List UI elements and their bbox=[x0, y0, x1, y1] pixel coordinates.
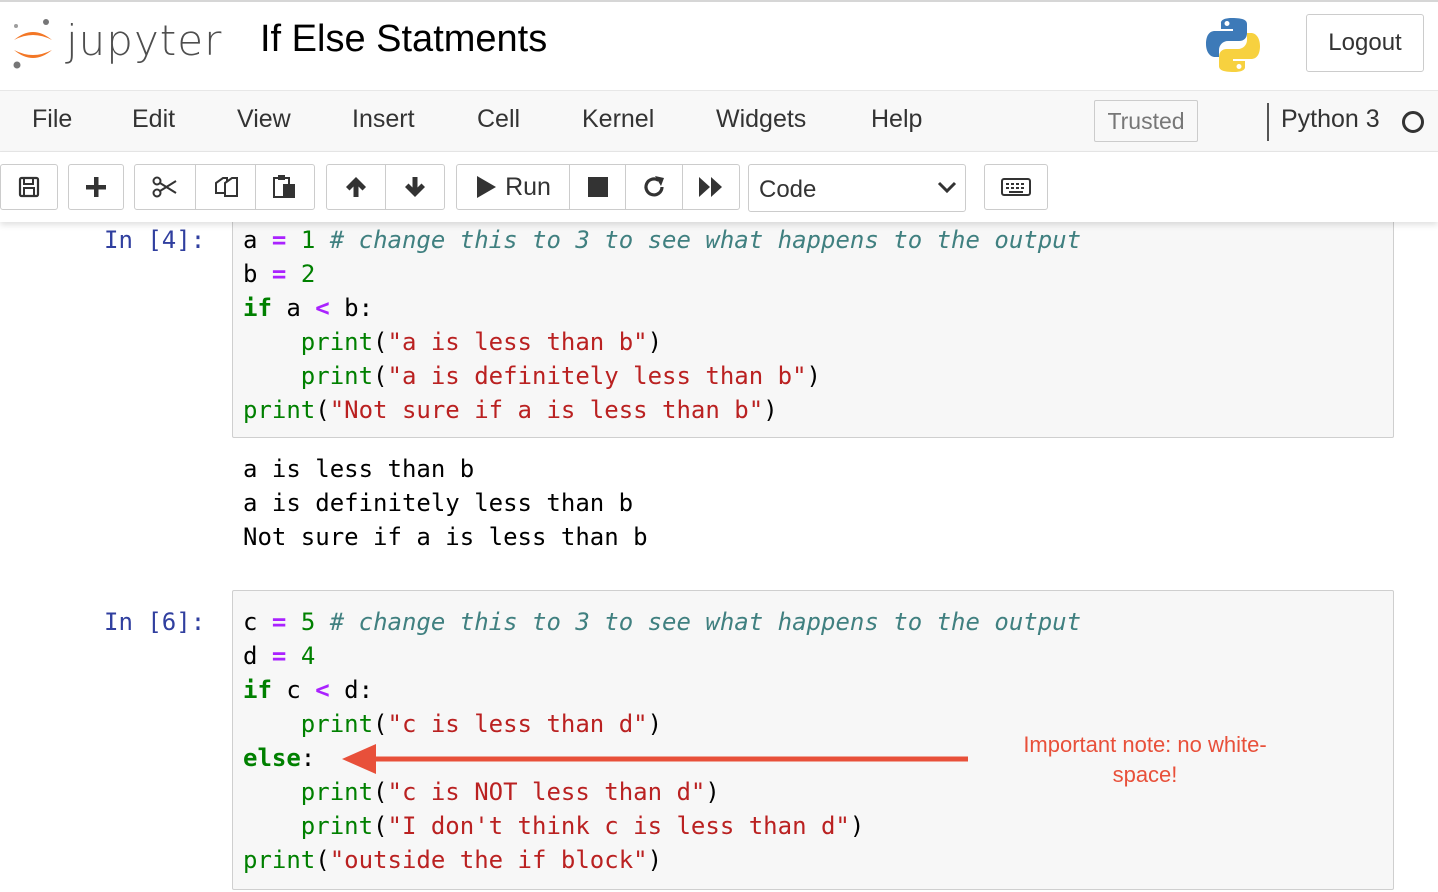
run-group: Run bbox=[456, 164, 740, 210]
clipboard-group bbox=[134, 164, 315, 210]
menu-file[interactable]: File bbox=[32, 105, 72, 134]
cut-button[interactable] bbox=[134, 164, 196, 210]
kernel-idle-icon bbox=[1402, 111, 1424, 133]
paste-button[interactable] bbox=[255, 164, 315, 210]
cell-2-prompt: In [6]: bbox=[104, 608, 206, 636]
copy-icon bbox=[214, 177, 238, 197]
fast-forward-icon bbox=[698, 177, 722, 197]
menu-edit[interactable]: Edit bbox=[132, 105, 175, 134]
menu-help[interactable]: Help bbox=[871, 105, 922, 134]
trusted-badge[interactable]: Trusted bbox=[1094, 100, 1198, 142]
code-line: if c < d: bbox=[243, 676, 374, 704]
kernel-separator bbox=[1267, 103, 1269, 141]
code-line: print("c is NOT less than d") bbox=[300, 778, 720, 806]
jupyter-logo-icon bbox=[13, 19, 52, 69]
jupyter-logo[interactable]: jupyter bbox=[8, 16, 223, 72]
menu-widgets[interactable]: Widgets bbox=[716, 105, 806, 134]
command-palette-button[interactable] bbox=[984, 164, 1048, 210]
annotation-note-line: space! bbox=[1112, 762, 1178, 787]
run-icon bbox=[477, 176, 497, 198]
move-down-button[interactable] bbox=[384, 164, 445, 210]
menu-view[interactable]: View bbox=[237, 105, 291, 134]
menu-bar: File Edit View Insert Cell Kernel Widget… bbox=[0, 90, 1438, 152]
move-up-button[interactable] bbox=[326, 164, 386, 210]
restart-button[interactable] bbox=[625, 164, 683, 210]
keyboard-icon bbox=[1001, 178, 1031, 196]
menu-insert[interactable]: Insert bbox=[352, 105, 415, 134]
cut-icon bbox=[152, 176, 177, 198]
insert-cell-button[interactable] bbox=[68, 164, 124, 210]
menu-kernel[interactable]: Kernel bbox=[582, 105, 654, 134]
toolbar: Run Code bbox=[0, 152, 1438, 222]
keyboard-group bbox=[984, 164, 1048, 210]
annotation-note: Important note: no white- space! bbox=[1000, 730, 1290, 790]
cell-1-input[interactable]: a = 1 # change this to 3 to see what hap… bbox=[232, 214, 1394, 438]
plus-icon bbox=[86, 177, 106, 197]
cell-1-prompt: In [4]: bbox=[104, 226, 206, 254]
code-line: d = 4 bbox=[243, 642, 316, 670]
run-label: Run bbox=[505, 172, 551, 201]
move-group bbox=[326, 164, 445, 210]
cell-1-output-line: a is less than b bbox=[243, 455, 475, 483]
annotation-note-line: Important note: no white- bbox=[1023, 732, 1267, 757]
logout-button[interactable]: Logout bbox=[1306, 14, 1424, 72]
paste-icon bbox=[273, 175, 295, 198]
restart-icon bbox=[644, 176, 664, 197]
save-group bbox=[0, 164, 58, 210]
restart-run-all-button[interactable] bbox=[681, 164, 740, 210]
code-line: print("Not sure if a is less than b") bbox=[243, 396, 778, 424]
cell-1-output-line: Not sure if a is less than b bbox=[243, 523, 648, 551]
save-button[interactable] bbox=[0, 164, 58, 210]
annotation-arrow bbox=[342, 744, 968, 774]
python-logo-icon bbox=[1204, 16, 1262, 74]
run-button[interactable]: Run bbox=[456, 164, 570, 210]
code-line: c = 5 # change this to 3 to see what hap… bbox=[243, 608, 1082, 636]
cell-type-select[interactable]: Code bbox=[748, 164, 966, 212]
cell-type-value: Code bbox=[759, 176, 817, 203]
code-line: print("a is less than b") bbox=[300, 328, 663, 356]
notebook-title[interactable]: If Else Statments bbox=[260, 18, 547, 61]
jupyter-wordmark: jupyter bbox=[66, 16, 223, 65]
interrupt-button[interactable] bbox=[568, 164, 627, 210]
stop-icon bbox=[587, 177, 608, 197]
code-line: print("outside the if block") bbox=[243, 846, 663, 874]
arrow-up-icon bbox=[346, 177, 366, 197]
notebook-header: jupyter If Else Statments Logout bbox=[0, 0, 1438, 88]
kernel-name[interactable]: Python 3 bbox=[1281, 105, 1380, 134]
code-line: b = 2 bbox=[243, 260, 316, 288]
code-line: print("I don't think c is less than d") bbox=[300, 812, 865, 840]
chevron-down-icon bbox=[937, 181, 957, 194]
code-line: else: bbox=[243, 744, 316, 772]
code-line: print("c is less than d") bbox=[300, 710, 663, 738]
menu-cell[interactable]: Cell bbox=[477, 105, 520, 134]
arrow-down-icon bbox=[404, 177, 425, 197]
code-line: print("a is definitely less than b") bbox=[300, 362, 821, 390]
save-icon bbox=[18, 176, 40, 198]
copy-button[interactable] bbox=[194, 164, 257, 210]
insert-group bbox=[68, 164, 124, 210]
code-line: if a < b: bbox=[243, 294, 374, 322]
code-line: a = 1 # change this to 3 to see what hap… bbox=[243, 226, 1082, 254]
cell-1-output-line: a is definitely less than b bbox=[243, 489, 634, 517]
